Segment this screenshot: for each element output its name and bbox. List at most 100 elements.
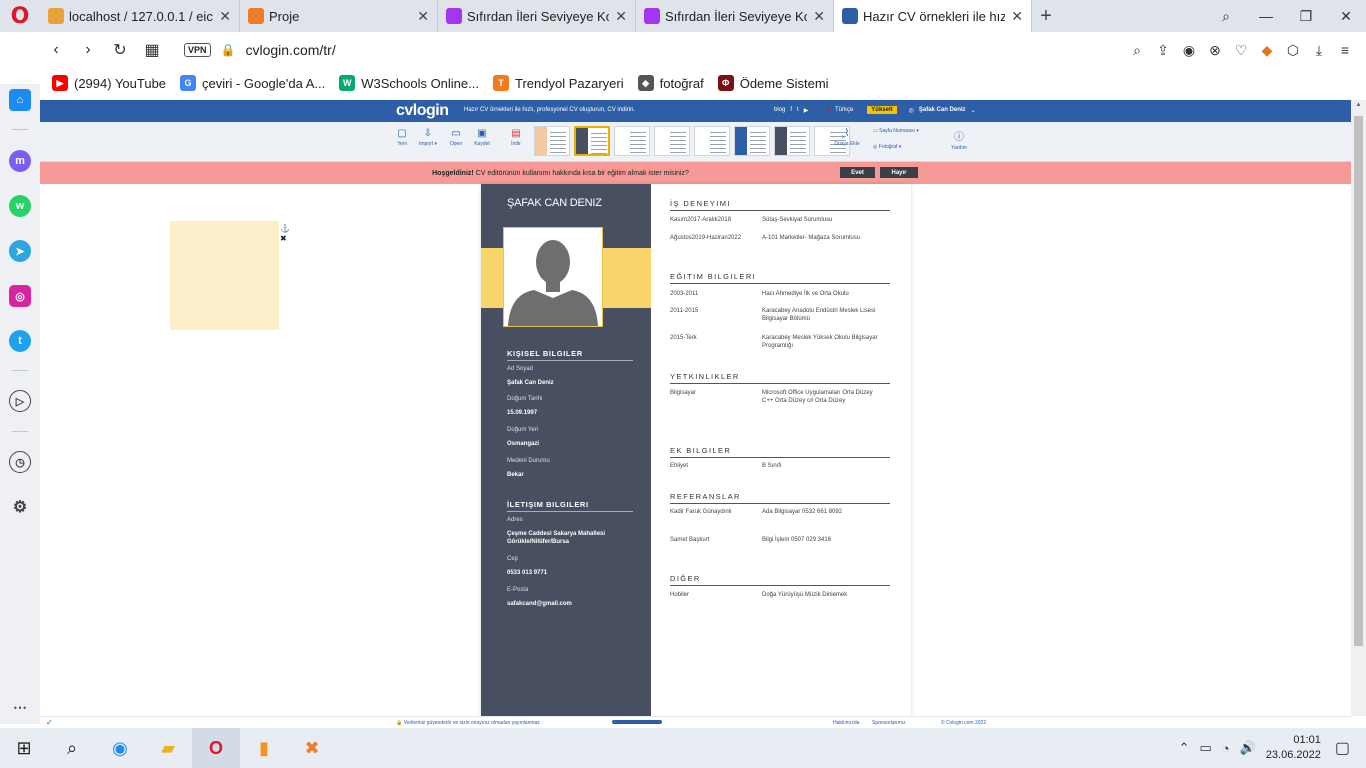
cv-section-title[interactable]: DIĞER [670, 574, 890, 586]
home-icon[interactable]: ⌂ [9, 89, 31, 111]
bookmark-item[interactable]: W W3Schools Online... [339, 75, 479, 91]
blog-link[interactable]: blog [774, 107, 785, 113]
heart-icon[interactable]: ♡ [1228, 42, 1254, 59]
cv-entry-right[interactable]: Hacı Ahmediye İlk ve Orta Okulu [762, 290, 884, 298]
url-field[interactable]: cvlogin.com/tr/ [245, 42, 335, 58]
cv-field-label[interactable]: Ad Soyad [507, 366, 533, 372]
file-explorer-icon[interactable]: ▰ [144, 728, 192, 768]
forward-button[interactable]: › [72, 41, 104, 59]
reload-button[interactable]: ↻ [104, 40, 136, 60]
cv-entry-right[interactable]: Microsoft Office Uygulamaları Orta Düzey… [762, 389, 884, 405]
close-tab-icon[interactable]: ✕ [615, 8, 627, 25]
user-menu[interactable]: Şafak Can Deniz [919, 107, 966, 113]
profile-photo[interactable] [503, 227, 603, 327]
template-thumbnail[interactable] [534, 126, 570, 156]
cv-entry-left[interactable]: Ehliyet [670, 462, 754, 470]
template-thumbnail[interactable] [734, 126, 770, 156]
cv-field-value[interactable]: 15.09.1997 [507, 409, 637, 417]
upgrade-button[interactable]: Yükselt [867, 106, 897, 114]
share-icon[interactable]: ⇪ [1150, 42, 1176, 59]
close-tab-icon[interactable]: ✕ [1011, 8, 1023, 25]
cv-field-label[interactable]: Doğum Yeri [507, 427, 538, 433]
tab[interactable]: Proje ✕ [240, 0, 438, 32]
language-select[interactable]: Türkçe [835, 107, 853, 113]
new-button[interactable]: ▢ Yeni [389, 128, 415, 147]
cv-entry-right[interactable]: Bilgi İşlem 0507 029 3416 [762, 536, 884, 544]
cv-field-label[interactable]: Adres [507, 517, 523, 523]
open-button[interactable]: ▭ Open [443, 128, 469, 147]
restore-button[interactable]: ❐ [1286, 8, 1326, 25]
cv-field-value[interactable]: 0533 013 9771 [507, 569, 637, 577]
cv-entry-right[interactable]: B Sınıfı [762, 462, 884, 470]
messenger-icon[interactable]: m [9, 150, 31, 172]
search-tabs-icon[interactable]: ⌕ [1206, 8, 1246, 25]
cv-entry-left[interactable]: 2003-2011 [670, 290, 754, 298]
cv-field-value[interactable]: Osmangazi [507, 440, 637, 448]
page-number-menu[interactable]: ▭ Sayfa Numarası ▾ [873, 128, 919, 134]
cv-field-value[interactable]: Bekar [507, 471, 637, 479]
template-thumbnail[interactable] [654, 126, 690, 156]
battery-icon[interactable]: ▭ [1199, 740, 1211, 756]
tab[interactable]: localhost / 127.0.0.1 / eican ✕ [40, 0, 240, 32]
save-button[interactable]: ▣ Kaydet [469, 128, 495, 147]
close-window-button[interactable]: ✕ [1326, 8, 1366, 25]
search-icon[interactable]: ⌕ [48, 728, 96, 768]
xampp-taskbar-icon[interactable]: ✖ [288, 728, 336, 768]
photo-menu[interactable]: ◎ Fotoğraf ▾ [873, 144, 901, 150]
cv-section-title[interactable]: İŞ DENEYIMI [670, 199, 890, 211]
close-tab-icon[interactable]: ✕ [417, 8, 429, 25]
whatsapp-icon[interactable]: w [9, 195, 31, 217]
settings-icon[interactable]: ⚙ [9, 496, 31, 518]
extensions-icon[interactable]: ⬡ [1280, 42, 1306, 59]
bookmark-item[interactable]: ▶ (2994) YouTube [52, 75, 166, 91]
telegram-icon[interactable]: ➤ [9, 240, 31, 262]
speed-dial-icon[interactable]: ▦ [136, 40, 168, 60]
cv-field-value[interactable]: Çeşme Caddesi Sakarya Mahallesi Görükle/… [507, 530, 637, 546]
cv-entry-left[interactable]: 2015-Terk [670, 334, 754, 342]
template-thumbnail[interactable] [574, 126, 610, 156]
lock-icon[interactable]: 🔒 [221, 43, 236, 57]
cv-section-title[interactable]: EK BILGILER [670, 446, 890, 458]
cv-name[interactable]: ŞAFAK CAN DENIZ [507, 197, 602, 209]
tab[interactable]: Sıfırdan İleri Seviyeye Komp ✕ [636, 0, 834, 32]
template-thumbnail[interactable] [694, 126, 730, 156]
help-button[interactable]: ⓘ Yardım [946, 128, 972, 151]
cv-entry-left[interactable]: Ağustos2019-Haziran2022 [670, 234, 754, 242]
zoom-slider[interactable] [612, 720, 662, 724]
cv-field-label[interactable]: Medeni Durumu [507, 458, 550, 464]
personal-info-title[interactable]: KIŞISEL BILGILER [507, 349, 633, 361]
cv-entry-right[interactable]: A-101 Marketler- Mağaza Sorumlusu [762, 234, 884, 242]
anchor-icon[interactable]: ⚓ [280, 224, 290, 233]
cv-entry-left[interactable]: Kadir Faruk Günaydınlı [670, 508, 754, 516]
template-thumbnail[interactable] [774, 126, 810, 156]
cv-entry-left[interactable]: Samet Başkurt [670, 536, 754, 544]
metamask-icon[interactable]: ◆ [1254, 42, 1280, 59]
facebook-icon[interactable]: f [790, 107, 792, 113]
close-tab-icon[interactable]: ✕ [813, 8, 825, 25]
edge-icon[interactable]: ◉ [96, 728, 144, 768]
search-icon[interactable]: ⌕ [1124, 42, 1150, 59]
history-icon[interactable]: ◷ [9, 451, 31, 473]
scroll-up-icon[interactable]: ▴ [1351, 100, 1366, 108]
bookmark-item[interactable]: Φ Ödeme Sistemi [717, 75, 829, 91]
sticky-note[interactable] [170, 221, 279, 330]
tab[interactable]: Hazır CV örnekleri ile hızlı, p ✕ [834, 0, 1032, 32]
cv-entry-right[interactable]: Doğa Yürüyüşü Müzik Dinlemek [762, 591, 884, 599]
cv-field-value[interactable]: safakcand@gmail.com [507, 600, 637, 608]
scrollbar-thumb[interactable] [1354, 116, 1363, 646]
cv-entry-left[interactable]: 2011-2015 [670, 307, 754, 315]
cv-entry-left[interactable]: Bilgisayar [670, 389, 754, 397]
clock[interactable]: 01:01 23.06.2022 [1266, 733, 1321, 763]
cvlogin-logo[interactable]: cvlogin [396, 102, 449, 120]
close-tab-icon[interactable]: ✕ [219, 8, 231, 25]
about-link[interactable]: Hakkımızda [833, 720, 859, 726]
banner-yes-button[interactable]: Evet [840, 167, 875, 178]
player-icon[interactable]: ▷ [9, 390, 31, 412]
chevron-up-icon[interactable]: ⌃ [1179, 740, 1190, 756]
sponsors-link[interactable]: Sponsorlarımız [872, 720, 906, 726]
sublime-icon[interactable]: ▮ [240, 728, 288, 768]
cv-entry-right[interactable]: Ada Bilgisayar 0532 661 8092 [762, 508, 884, 516]
import-button[interactable]: ⇩ Import ▾ [415, 128, 441, 147]
adblock-icon[interactable]: ⊗ [1202, 42, 1228, 59]
cv-entry-left[interactable]: Hobiler [670, 591, 754, 599]
